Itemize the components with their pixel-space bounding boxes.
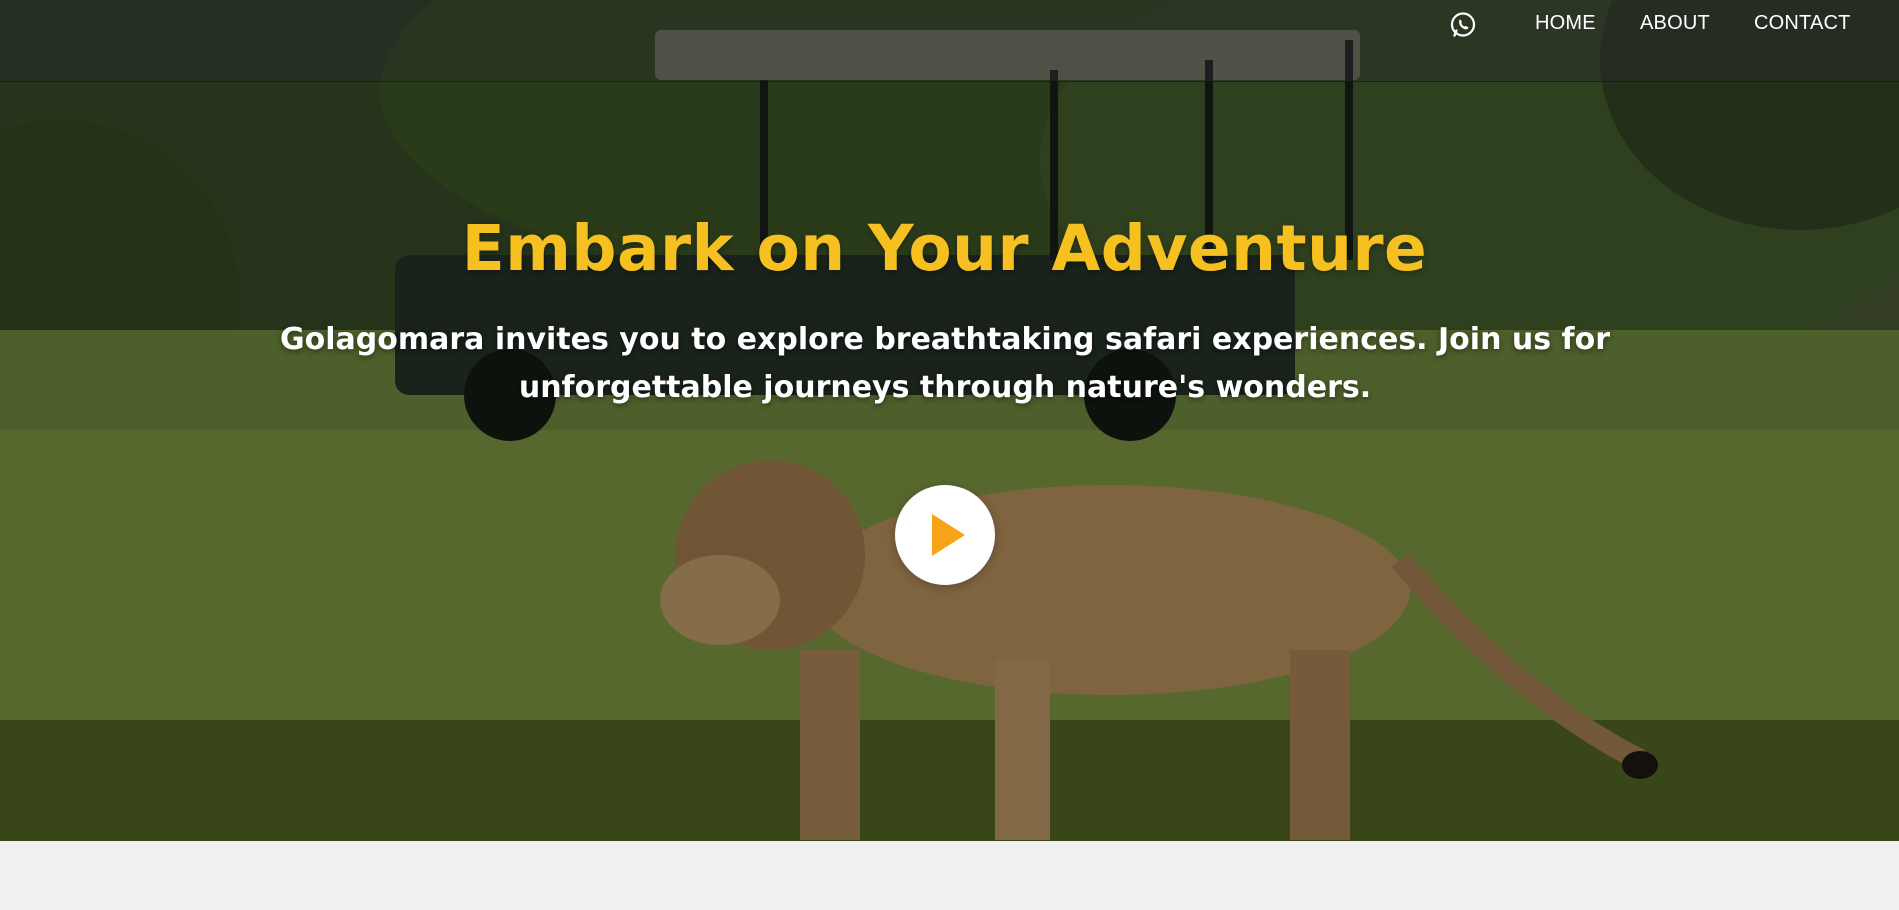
nav-about-link[interactable]: ABOUT <box>1640 12 1710 35</box>
hero-title: Embark on Your Adventure <box>461 212 1428 285</box>
play-icon <box>932 514 965 556</box>
whatsapp-icon[interactable] <box>1449 11 1477 39</box>
hero-subtitle: Golagomara invites you to explore breath… <box>280 322 1610 405</box>
nav-home-link[interactable]: HOME <box>1535 12 1596 35</box>
play-video-button[interactable] <box>895 485 995 585</box>
top-navbar: HOME ABOUT CONTACT <box>0 0 1899 82</box>
below-fold-section <box>0 841 1899 910</box>
hero-section: HOME ABOUT CONTACT Embark on Your Advent… <box>0 0 1899 841</box>
nav-contact-link[interactable]: CONTACT <box>1754 12 1851 35</box>
hero-overlay <box>0 0 1899 841</box>
